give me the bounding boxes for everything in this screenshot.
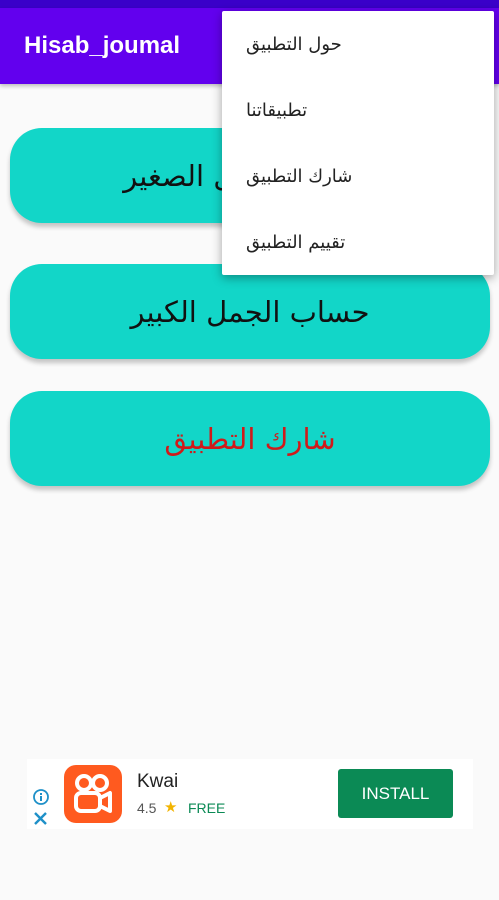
ad-rating: 4.5 <box>137 800 157 816</box>
overflow-menu: حول التطبيق تطبيقاتنا شارك التطبيق تقييم… <box>222 11 494 275</box>
ad-price: FREE <box>188 800 226 816</box>
menu-item-rate[interactable]: تقييم التطبيق <box>222 209 494 275</box>
info-icon[interactable] <box>31 789 51 809</box>
menu-item-label: شارك التطبيق <box>246 165 353 187</box>
install-button[interactable]: INSTALL <box>338 769 453 818</box>
app-title: Hisab_joumal <box>24 32 181 59</box>
ad-banner: Kwai 4.5 ★ FREE INSTALL <box>27 759 473 829</box>
ad-app-name[interactable]: Kwai <box>137 771 178 793</box>
status-bar <box>0 0 499 8</box>
menu-item-about[interactable]: حول التطبيق <box>222 11 494 77</box>
menu-item-label: تقييم التطبيق <box>246 231 346 253</box>
menu-item-share[interactable]: شارك التطبيق <box>222 143 494 209</box>
menu-item-label: حول التطبيق <box>246 33 342 55</box>
close-icon[interactable] <box>31 809 51 829</box>
big-jummal-button[interactable]: حساب الجمل الكبير <box>10 264 490 359</box>
share-app-button[interactable]: شارك التطبيق <box>10 391 490 486</box>
star-icon: ★ <box>164 798 178 816</box>
menu-item-label: تطبيقاتنا <box>246 99 308 121</box>
menu-item-our-apps[interactable]: تطبيقاتنا <box>222 77 494 143</box>
kwai-logo[interactable] <box>64 765 122 823</box>
